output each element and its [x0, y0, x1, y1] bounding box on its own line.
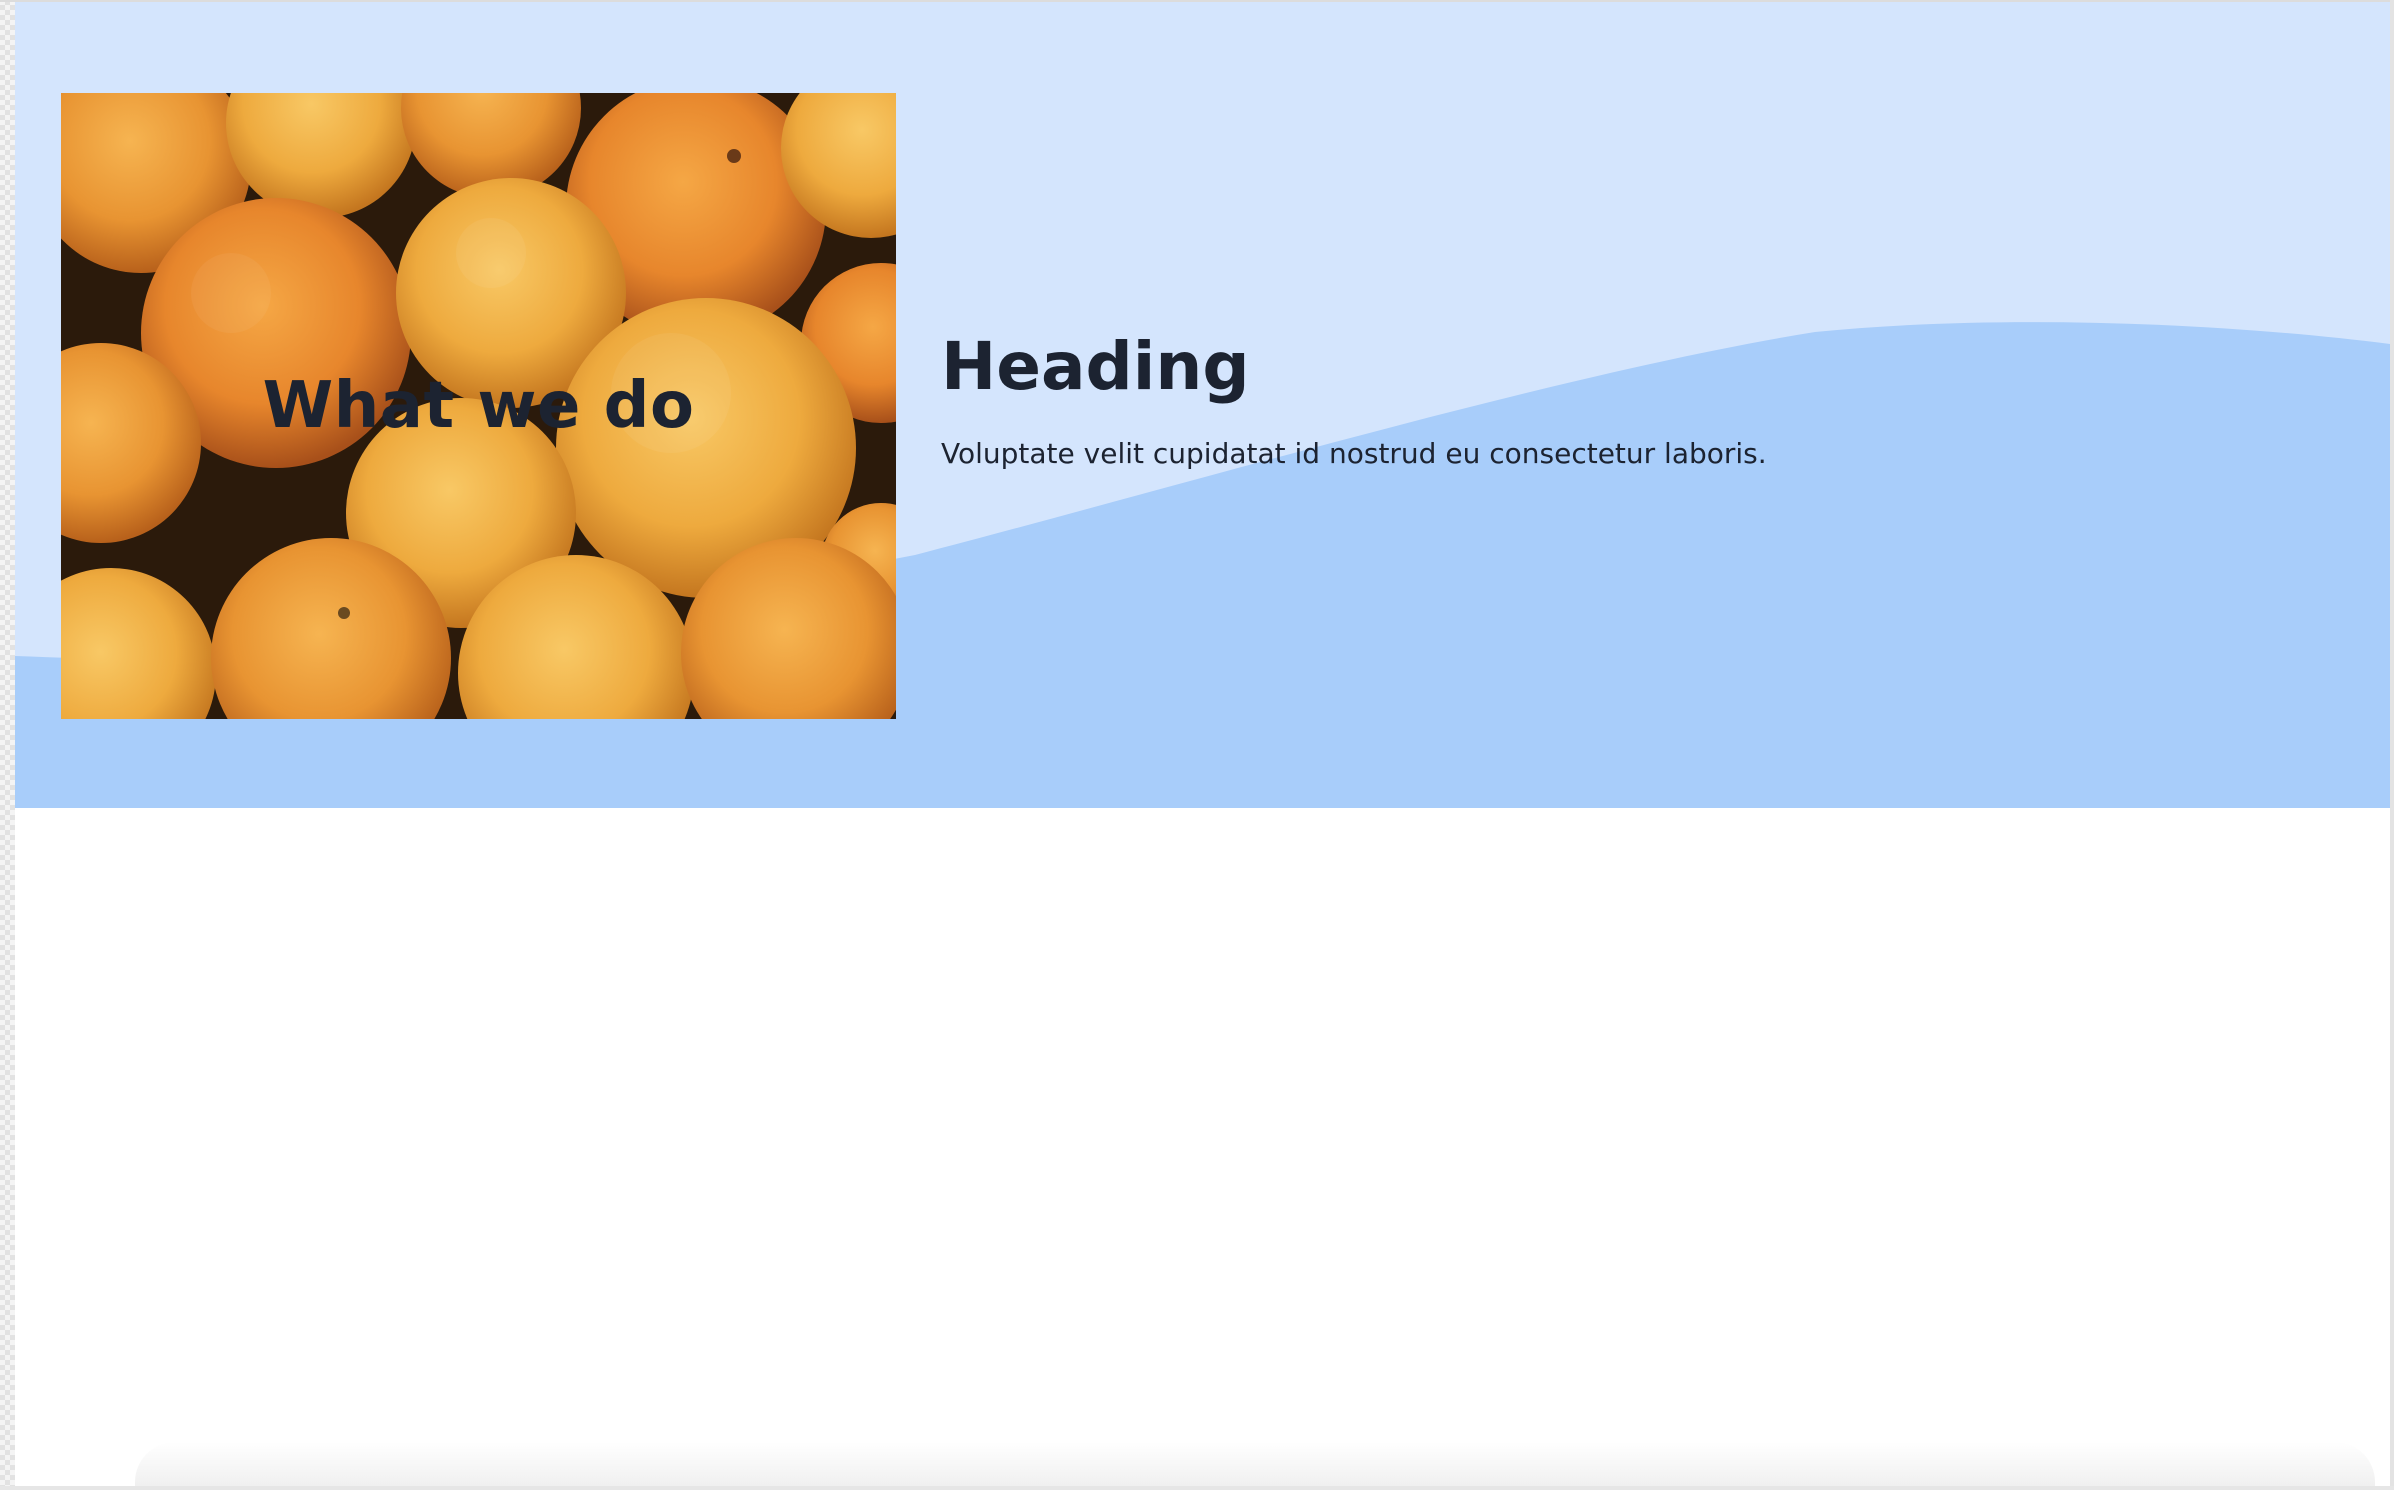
hero-image-card: What we do — [61, 93, 896, 719]
hero-image-title: What we do — [61, 93, 896, 719]
bottom-shadow — [135, 1442, 2375, 1488]
canvas: What we do Heading Voluptate velit cupid… — [0, 0, 2394, 1490]
hero-content: Heading Voluptate velit cupidatat id nos… — [941, 322, 2241, 474]
hero-body-text: Voluptate velit cupidatat id nostrud eu … — [941, 437, 1767, 470]
right-border — [2390, 0, 2394, 1490]
hero-section: What we do Heading Voluptate velit cupid… — [15, 2, 2390, 808]
what-we-do-label: What we do — [262, 369, 695, 443]
bottom-border — [0, 1486, 2394, 1490]
hero-heading: Heading — [941, 328, 1250, 405]
transparency-checker-strip — [0, 0, 15, 1490]
page: What we do Heading Voluptate velit cupid… — [15, 2, 2390, 1488]
